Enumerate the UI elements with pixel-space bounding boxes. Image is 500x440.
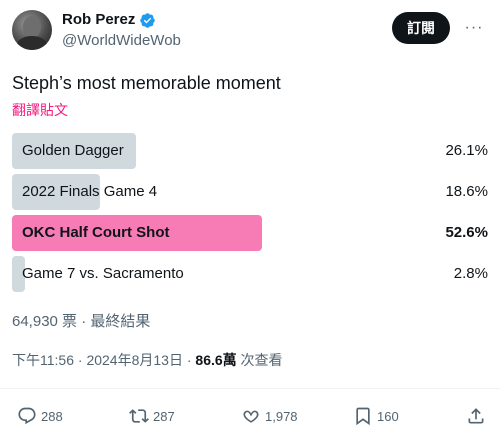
poll-option-percent: 2.8% [453, 265, 488, 282]
reply-icon [18, 407, 36, 425]
divider [0, 388, 500, 389]
subscribe-button[interactable]: 訂閱 [392, 12, 450, 44]
avatar[interactable] [12, 10, 52, 50]
meta-separator: · [182, 352, 196, 368]
retweet-icon [129, 409, 149, 423]
verified-badge-icon [140, 12, 156, 28]
share-button[interactable] [466, 406, 486, 426]
meta-separator: · [74, 352, 87, 368]
bookmark-count: 160 [377, 408, 399, 424]
bookmark-button[interactable]: 160 [353, 406, 399, 426]
poll-option-percent: 18.6% [445, 183, 488, 200]
author-display-name[interactable]: Rob Perez [62, 10, 135, 30]
avatar-body [17, 36, 47, 50]
tweet-text: Steph’s most memorable moment [12, 73, 281, 93]
views-count: 86.6萬 [195, 352, 237, 368]
author-handle[interactable]: @WorldWideWob [62, 31, 181, 51]
poll: Golden Dagger 26.1% 2022 Finals Game 4 18.6… [12, 133, 488, 297]
poll-summary: 64,930 票 · 最終結果 [12, 313, 151, 330]
translate-post-link[interactable]: 翻譯貼文 [12, 100, 68, 120]
more-options-icon[interactable]: ··· [460, 14, 488, 42]
reply-button[interactable]: 288 [17, 406, 63, 426]
poll-option: 2022 Finals Game 4 18.6% [12, 174, 488, 210]
like-button[interactable]: 1,978 [241, 406, 298, 426]
retweet-count: 287 [153, 408, 175, 424]
avatar-face [23, 16, 41, 38]
poll-option-percent: 52.6% [445, 224, 488, 241]
poll-option: Game 7 vs. Sacramento 2.8% [12, 256, 488, 292]
poll-option-label: Game 7 vs. Sacramento [22, 265, 184, 282]
poll-option: OKC Half Court Shot 52.6% [12, 215, 488, 251]
poll-option-label: OKC Half Court Shot [22, 224, 170, 241]
author-block: Rob Perez @WorldWideWob [62, 10, 181, 51]
tweet-header: Rob Perez @WorldWideWob 訂閱 ··· [10, 8, 490, 56]
tweet-time[interactable]: 下午11:56 [12, 352, 74, 368]
poll-option-percent: 26.1% [445, 142, 488, 159]
poll-option-label: 2022 Finals Game 4 [22, 183, 158, 200]
tweet-meta: 下午11:56 · 2024年8月13日 · 86.6萬 次查看 [12, 350, 283, 370]
reply-count: 288 [41, 408, 63, 424]
retweet-button[interactable]: 287 [129, 406, 175, 426]
heart-icon [243, 410, 259, 423]
bookmark-icon [356, 407, 370, 426]
like-count: 1,978 [265, 408, 298, 424]
poll-option-label: Golden Dagger [22, 142, 124, 159]
action-bar: 288 287 1,978 160 [0, 398, 500, 438]
views-label: 次查看 [236, 352, 283, 368]
tweet-date[interactable]: 2024年8月13日 [86, 352, 183, 368]
author-name-row: Rob Perez [62, 10, 181, 30]
share-icon [468, 408, 484, 424]
poll-option: Golden Dagger 26.1% [12, 133, 488, 169]
